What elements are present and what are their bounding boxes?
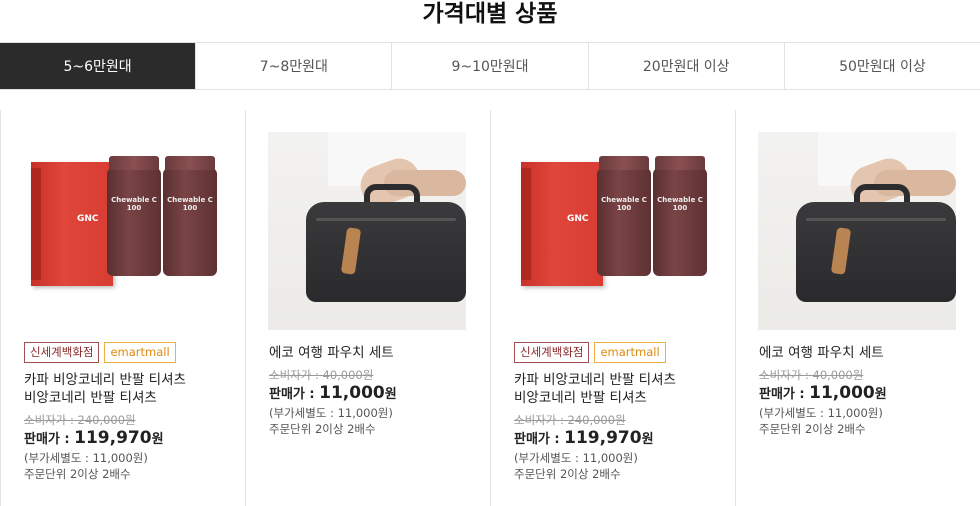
vat-note: (부가세별도 : 11,000원) <box>269 406 393 420</box>
bottle-label-text: Chewable C 100 <box>601 196 647 212</box>
sale-price-value: 119,970 <box>74 428 152 448</box>
product-image[interactable] <box>758 132 956 330</box>
bottle-label: Chewable C 100 <box>110 182 158 252</box>
bottle-cap <box>109 156 159 170</box>
product-info: 신세계백화점 emartmall 카파 비앙코네리 반팔 티셔츠 비앙코네리 반… <box>514 342 714 483</box>
supplement-bottle: Chewable C 100 <box>107 156 161 276</box>
brand-logo: GNC <box>77 214 99 224</box>
product-card[interactable]: 에코 여행 파우치 세트 소비자가 : 40,000원 판매가 : 11,000… <box>735 110 980 506</box>
order-unit: 주문단위 2이상 2배수 <box>759 422 866 436</box>
pouch-zipper <box>316 218 456 221</box>
badge-emartmall: emartmall <box>104 342 176 363</box>
original-price: 소비자가 : 240,000원 <box>24 413 136 427</box>
bottle-label-text: Chewable C 100 <box>167 196 213 212</box>
store-badges: 신세계백화점 emartmall <box>514 342 714 363</box>
product-name[interactable]: 카파 비앙코네리 반팔 티셔츠 비앙코네리 반팔 티셔츠 <box>514 371 714 407</box>
product-card[interactable]: 에코 여행 파우치 세트 소비자가 : 40,000원 판매가 : 11,000… <box>245 110 490 506</box>
gift-box-side <box>31 168 41 280</box>
bottle-label: Chewable C 100 <box>166 182 214 252</box>
tab-50-plus[interactable]: 50만원대 이상 <box>783 43 980 89</box>
product-name[interactable]: 카파 비앙코네리 반팔 티셔츠 비앙코네리 반팔 티셔츠 <box>24 371 224 407</box>
product-name[interactable]: 에코 여행 파우치 세트 <box>269 344 469 362</box>
product-name[interactable]: 에코 여행 파우치 세트 <box>759 344 959 362</box>
product-card[interactable]: GNC Chewable C 100 Chewable C 100 신세계백화점… <box>490 110 735 506</box>
gift-box-side <box>521 168 531 280</box>
sale-label: 판매가 : <box>24 432 75 447</box>
sale-label: 판매가 : <box>269 387 320 402</box>
badge-shinsegae: 신세계백화점 <box>24 342 100 363</box>
original-price: 소비자가 : 40,000원 <box>759 368 864 382</box>
sale-price-unit: 원 <box>874 387 887 402</box>
vat-note: (부가세별도 : 11,000원) <box>759 406 883 420</box>
pouch-body <box>796 202 956 302</box>
supplement-bottle: Chewable C 100 <box>653 156 707 276</box>
section-title: 가격대별 상품 <box>422 1 558 27</box>
sale-price: 판매가 : 119,970원 <box>24 428 224 450</box>
pouch-body <box>306 202 466 302</box>
bottle-label-text: Chewable C 100 <box>657 196 703 212</box>
supplement-bottle: Chewable C 100 <box>163 156 217 276</box>
bottle-label-text: Chewable C 100 <box>111 196 157 212</box>
sale-price-value: 11,000 <box>809 383 875 403</box>
sale-price: 판매가 : 119,970원 <box>514 428 714 450</box>
gnc-gift-set-image: GNC Chewable C 100 Chewable C 100 <box>513 132 711 330</box>
product-info: 에코 여행 파우치 세트 소비자가 : 40,000원 판매가 : 11,000… <box>269 344 469 438</box>
sale-price-value: 119,970 <box>564 428 642 448</box>
product-card[interactable]: GNC Chewable C 100 Chewable C 100 신세계백화점… <box>0 110 245 506</box>
bottle-label: Chewable C 100 <box>600 182 648 252</box>
tab-20-plus[interactable]: 20만원대 이상 <box>587 43 784 89</box>
sale-price-value: 11,000 <box>319 383 385 403</box>
store-badges: 신세계백화점 emartmall <box>24 342 224 363</box>
bottle-cap <box>655 156 705 170</box>
order-unit: 주문단위 2이상 2배수 <box>24 467 131 481</box>
bottle-cap <box>599 156 649 170</box>
sale-price-unit: 원 <box>384 387 397 402</box>
product-image[interactable]: GNC Chewable C 100 Chewable C 100 <box>23 132 221 330</box>
vat-note: (부가세별도 : 11,000원) <box>514 451 638 465</box>
order-unit: 주문단위 2이상 2배수 <box>514 467 621 481</box>
product-image[interactable] <box>268 132 466 330</box>
original-price: 소비자가 : 240,000원 <box>514 413 626 427</box>
original-price: 소비자가 : 40,000원 <box>269 368 374 382</box>
sale-label: 판매가 : <box>514 432 565 447</box>
tab-9-10[interactable]: 9~10만원대 <box>391 43 587 89</box>
travel-pouch-image <box>758 132 956 330</box>
order-unit: 주문단위 2이상 2배수 <box>269 422 376 436</box>
product-info: 신세계백화점 emartmall 카파 비앙코네리 반팔 티셔츠 비앙코네리 반… <box>24 342 224 483</box>
gift-box <box>31 162 113 286</box>
gnc-gift-set-image: GNC Chewable C 100 Chewable C 100 <box>23 132 221 330</box>
supplement-bottle: Chewable C 100 <box>597 156 651 276</box>
product-image[interactable]: GNC Chewable C 100 Chewable C 100 <box>513 132 711 330</box>
gift-box <box>521 162 603 286</box>
product-grid: GNC Chewable C 100 Chewable C 100 신세계백화점… <box>0 110 980 506</box>
tab-5-6[interactable]: 5~6만원대 <box>0 43 196 89</box>
sale-price-unit: 원 <box>151 432 164 447</box>
brand-logo: GNC <box>567 214 589 224</box>
sale-price: 판매가 : 11,000원 <box>759 383 959 405</box>
badge-emartmall: emartmall <box>594 342 666 363</box>
sale-price: 판매가 : 11,000원 <box>269 383 469 405</box>
travel-pouch-image <box>268 132 466 330</box>
pouch-zipper <box>806 218 946 221</box>
product-info: 에코 여행 파우치 세트 소비자가 : 40,000원 판매가 : 11,000… <box>759 344 959 438</box>
bottle-label: Chewable C 100 <box>656 182 704 252</box>
bottle-cap <box>165 156 215 170</box>
tab-7-8[interactable]: 7~8만원대 <box>195 43 391 89</box>
sale-price-unit: 원 <box>641 432 654 447</box>
price-range-tabs: 5~6만원대 7~8만원대 9~10만원대 20만원대 이상 50만원대 이상 <box>0 42 980 90</box>
sale-label: 판매가 : <box>759 387 810 402</box>
vat-note: (부가세별도 : 11,000원) <box>24 451 148 465</box>
badge-shinsegae: 신세계백화점 <box>514 342 590 363</box>
